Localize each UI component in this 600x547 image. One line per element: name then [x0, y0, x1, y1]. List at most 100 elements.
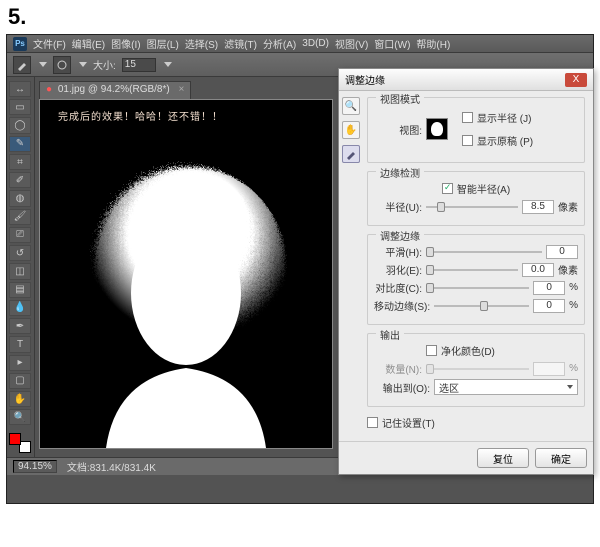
menu-select[interactable]: 选择(S) [185, 36, 218, 51]
amount-value [533, 362, 565, 376]
group-title: 调整边缘 [376, 228, 424, 243]
amount-slider [426, 364, 529, 374]
menu-analysis[interactable]: 分析(A) [263, 36, 296, 51]
smooth-value[interactable]: 0 [546, 245, 578, 259]
shift-edge-label: 移动边缘(S): [374, 298, 430, 313]
close-icon[interactable]: X [565, 73, 587, 87]
remember-settings-label: 记住设置(T) [382, 415, 435, 430]
output-to-select[interactable]: 选区 [434, 379, 578, 395]
history-brush-tool-icon[interactable]: ↺ [9, 245, 31, 261]
smart-radius-checkbox[interactable] [442, 183, 453, 194]
shift-edge-slider[interactable] [434, 301, 529, 311]
stamp-tool-icon[interactable]: ⎚ [9, 227, 31, 243]
output-to-label: 输出到(O): [374, 380, 430, 395]
show-radius-label: 显示半径 (J) [477, 110, 531, 125]
unsaved-dot-icon: ● [46, 84, 52, 95]
fg-color-swatch[interactable] [9, 433, 21, 445]
group-title: 边缘检测 [376, 165, 424, 180]
contrast-unit: % [569, 282, 578, 293]
document-tab[interactable]: ● 01.jpg @ 94.2%(RGB/8*) × [39, 81, 191, 99]
lasso-tool-icon[interactable]: ◯ [9, 117, 31, 133]
view-thumbnail[interactable] [426, 118, 448, 140]
contrast-value[interactable]: 0 [533, 281, 565, 295]
tab-label: 01.jpg @ 94.2%(RGB/8*) [58, 84, 170, 95]
doc-size: 文档:831.4K/831.4K [67, 459, 156, 474]
document-canvas[interactable]: 完成后的效果！哈哈！还不错！！ [39, 99, 333, 449]
contrast-slider[interactable] [426, 283, 529, 293]
refine-brush-tool-icon[interactable] [342, 145, 360, 163]
group-title: 视图模式 [376, 91, 424, 106]
show-radius-checkbox[interactable] [462, 112, 473, 123]
amount-label: 数量(N): [374, 361, 422, 376]
size-label: 大小: [93, 57, 116, 72]
decontaminate-checkbox[interactable] [426, 345, 437, 356]
step-number: 5. [0, 0, 600, 34]
edge-detection-group: 边缘检测 智能半径(A) 半径(U): 8.5 像素 [367, 171, 585, 226]
canvas-caption: 完成后的效果！哈哈！还不错！！ [58, 108, 223, 123]
view-mode-group: 视图模式 视图: 显示半径 (J) 显示原稿 (P) [367, 97, 585, 163]
reset-button[interactable]: 复位 [477, 448, 529, 468]
tool-panel: ↔ ▭ ◯ ✎ ⌗ ✐ ◍ 🖌 ⎚ ↺ ◫ ▤ 💧 ✒ T ▸ ▢ ✋ 🔍 [7, 77, 35, 457]
menu-window[interactable]: 窗口(W) [374, 36, 410, 51]
type-tool-icon[interactable]: T [9, 336, 31, 352]
radius-value[interactable]: 8.5 [522, 200, 554, 214]
show-original-checkbox[interactable] [462, 135, 473, 146]
hand-tool-icon[interactable]: ✋ [9, 391, 31, 407]
close-icon[interactable]: × [178, 84, 184, 95]
smooth-slider[interactable] [426, 247, 542, 257]
dialog-title: 调整边缘 [345, 72, 565, 87]
menu-layer[interactable]: 图层(L) [147, 36, 179, 51]
view-label: 视图: [374, 122, 422, 137]
heal-tool-icon[interactable]: ◍ [9, 190, 31, 206]
gradient-tool-icon[interactable]: ▤ [9, 282, 31, 298]
dropdown-icon[interactable] [79, 62, 87, 67]
contrast-label: 对比度(C): [374, 280, 422, 295]
menu-3d[interactable]: 3D(D) [302, 38, 329, 49]
move-tool-icon[interactable]: ↔ [9, 81, 31, 97]
blur-tool-icon[interactable]: 💧 [9, 300, 31, 316]
feather-label: 羽化(E): [374, 262, 422, 277]
zoom-value[interactable]: 94.15% [13, 460, 57, 473]
crop-tool-icon[interactable]: ⌗ [9, 154, 31, 170]
shift-edge-unit: % [569, 300, 578, 311]
dropdown-icon[interactable] [164, 62, 172, 67]
marquee-tool-icon[interactable]: ▭ [9, 99, 31, 115]
menu-image[interactable]: 图像(I) [111, 36, 140, 51]
menu-filter[interactable]: 滤镜(T) [224, 36, 257, 51]
group-title: 输出 [376, 327, 404, 342]
radius-slider[interactable] [426, 202, 518, 212]
adjust-edge-group: 调整边缘 平滑(H): 0 羽化(E): 0.0 像素 对比度(C): 0 % [367, 234, 585, 325]
dialog-titlebar[interactable]: 调整边缘 X [339, 69, 593, 91]
menu-file[interactable]: 文件(F) [33, 36, 66, 51]
eyedropper-tool-icon[interactable]: ✐ [9, 172, 31, 188]
menu-edit[interactable]: 编辑(E) [72, 36, 105, 51]
brush-tip-icon[interactable] [53, 56, 71, 74]
amount-unit: % [569, 363, 578, 374]
smooth-label: 平滑(H): [374, 244, 422, 259]
feather-slider[interactable] [426, 265, 518, 275]
ok-button[interactable]: 确定 [535, 448, 587, 468]
eraser-tool-icon[interactable]: ◫ [9, 263, 31, 279]
shift-edge-value[interactable]: 0 [533, 299, 565, 313]
feather-value[interactable]: 0.0 [522, 263, 554, 277]
smart-radius-label: 智能半径(A) [457, 181, 510, 196]
brush-tool-icon[interactable]: 🖌 [9, 209, 31, 225]
zoom-tool-icon[interactable]: 🔍 [342, 97, 360, 115]
menu-view[interactable]: 视图(V) [335, 36, 368, 51]
brush-preset-icon[interactable] [13, 56, 31, 74]
remember-settings-checkbox[interactable] [367, 417, 378, 428]
size-input[interactable] [122, 58, 156, 72]
menubar: Ps 文件(F) 编辑(E) 图像(I) 图层(L) 选择(S) 滤镜(T) 分… [7, 35, 593, 53]
mask-silhouette [76, 148, 296, 448]
menu-help[interactable]: 帮助(H) [416, 36, 450, 51]
quick-select-tool-icon[interactable]: ✎ [9, 136, 31, 152]
shape-tool-icon[interactable]: ▢ [9, 373, 31, 389]
color-swatches[interactable] [9, 433, 31, 453]
pen-tool-icon[interactable]: ✒ [9, 318, 31, 334]
path-select-tool-icon[interactable]: ▸ [9, 355, 31, 371]
zoom-tool-icon[interactable]: 🔍 [9, 409, 31, 425]
show-original-label: 显示原稿 (P) [477, 133, 533, 148]
refine-edge-dialog: 调整边缘 X 🔍 ✋ 视图模式 视图: 显示半径 (J) 显示原稿 (P) [338, 68, 594, 475]
dropdown-icon[interactable] [39, 62, 47, 67]
hand-tool-icon[interactable]: ✋ [342, 121, 360, 139]
